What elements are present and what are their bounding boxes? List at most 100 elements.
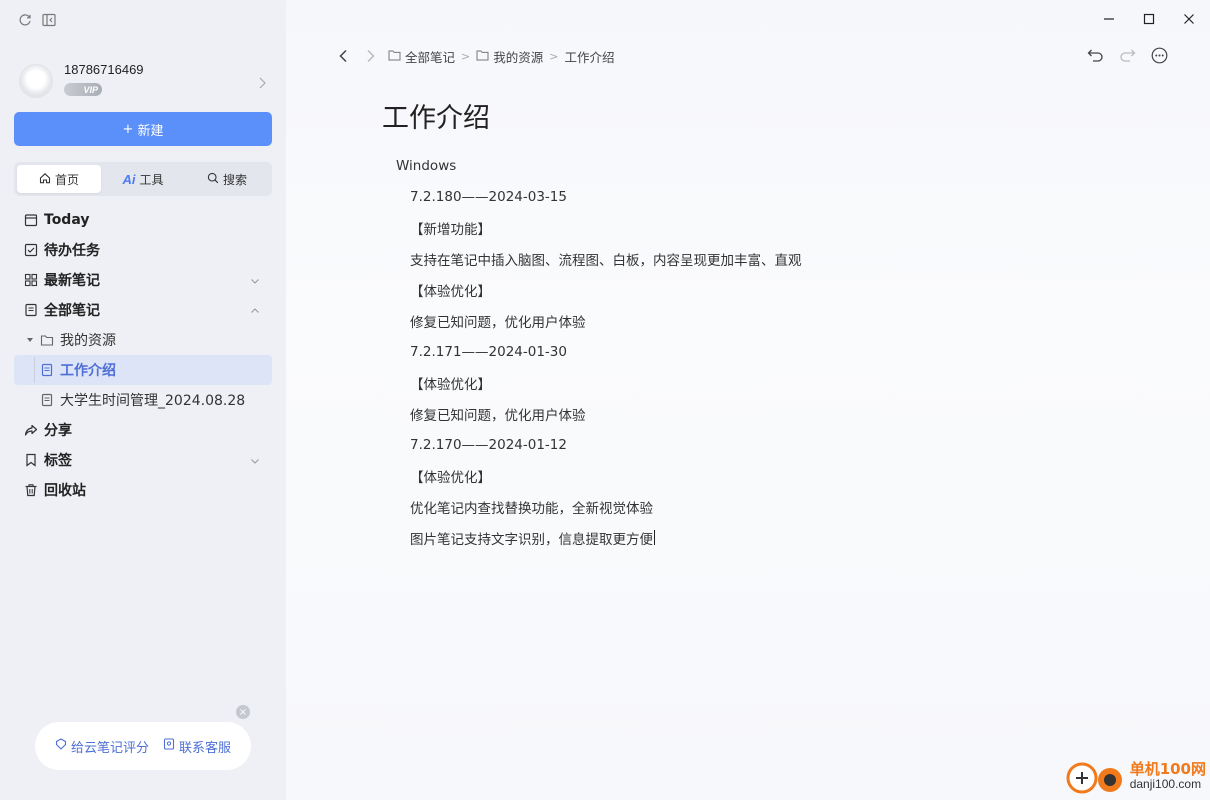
folder-icon [476,49,489,64]
more-options-icon[interactable] [1150,46,1168,64]
badge-icon [55,738,67,754]
grid-icon [24,273,38,287]
contact-support-label: 联系客服 [179,740,232,756]
avatar[interactable] [19,64,53,98]
breadcrumb-label: 全部笔记 [405,49,456,65]
content-line: 优化笔记内查找替换功能，全新视觉体验 [410,500,653,517]
content-line: 【体验优化】 [410,283,491,300]
sidebar-item-my-resources-label: 我的资源 [60,333,116,349]
notebook-icon [24,303,38,317]
content-line: 7.2.180——2024-03-15 [410,188,567,205]
note-editor: 全部笔记 > 我的资源 > 工作介绍 工作介绍 Windows 7.2.180—… [286,0,1210,800]
sidebar-item-work-intro-label: 工作介绍 [60,363,116,379]
sidebar-item-share[interactable]: 分享 [14,415,272,445]
sidebar-top-icons [17,12,57,28]
new-note-label: 新建 [137,123,164,139]
note-icon [40,363,54,377]
chevron-up-icon[interactable] [250,304,260,320]
back-icon[interactable] [332,46,354,66]
window-controls [1100,10,1198,28]
sidebar-item-recent-label: 最新笔记 [44,273,100,289]
content-line: 【体验优化】 [410,376,491,393]
support-icon [163,738,175,754]
folder-icon [388,49,401,64]
user-phone: 18786716469 [64,62,144,77]
search-icon [207,172,219,187]
user-profile[interactable]: 18786716469 VIP [14,58,272,104]
content-line-with-cursor: 图片笔记支持文字识别，信息提取更方便 [396,522,1156,553]
checkbox-icon [24,243,38,257]
close-window-icon[interactable] [1180,10,1198,28]
content-line: 支持在笔记中插入脑图、流程图、白板，内容呈现更加丰富、直观 [410,252,802,269]
content-line: 修复已知问题，优化用户体验 [410,407,586,424]
triangle-down-icon[interactable] [26,332,34,348]
sidebar-item-time-mgmt[interactable]: 大学生时间管理_2024.08.28 [14,385,272,415]
undo-icon[interactable] [1086,46,1104,64]
tree-guide-line [34,357,35,383]
breadcrumb-label: 工作介绍 [564,49,615,65]
note-title[interactable]: 工作介绍 [382,96,490,135]
sidebar-item-share-label: 分享 [44,423,72,439]
breadcrumb: 全部笔记 > 我的资源 > 工作介绍 [332,46,614,66]
sidebar-item-todo-label: 待办任务 [44,243,100,259]
sync-icon[interactable] [17,12,33,28]
collapse-sidebar-icon[interactable] [41,12,57,28]
sidebar-item-all-notes[interactable]: 全部笔记 [14,295,272,325]
forward-icon[interactable] [360,46,382,66]
content-line: 7.2.170——2024-01-12 [410,436,567,453]
rate-app-button[interactable]: 给云笔记评分 [55,737,149,756]
plus-icon: + [122,121,134,137]
minimize-icon[interactable] [1100,10,1118,28]
sidebar-item-all-notes-label: 全部笔记 [44,303,100,319]
breadcrumb-item-my-resources[interactable]: 我的资源 [476,47,543,66]
breadcrumb-item-current[interactable]: 工作介绍 [564,47,614,66]
content-line-text: 图片笔记支持文字识别，信息提取更方便 [410,531,653,548]
new-note-button[interactable]: + 新建 [14,112,272,146]
vip-label: VIP [83,84,98,95]
sidebar-item-tags[interactable]: 标签 [14,445,272,475]
sidebar-item-today[interactable]: Today [14,205,272,235]
tab-home[interactable]: 首页 [17,165,101,193]
redo-icon[interactable] [1118,46,1136,64]
sidebar: 18786716469 VIP + 新建 首页 Ai 工具 搜索 Today 待… [0,0,286,800]
sidebar-nav: Today 待办任务 最新笔记 全部笔记 我的资源 工作介绍 大学生时间管理_2… [14,205,272,505]
tab-home-label: 首页 [54,172,79,187]
watermark-url: danji100.com [1129,776,1202,791]
contact-support-button[interactable]: 联系客服 [163,737,231,756]
maximize-icon[interactable] [1140,10,1158,28]
vip-badge: VIP [64,83,102,96]
content-line: Windows [396,157,457,174]
sidebar-item-my-resources[interactable]: 我的资源 [14,325,272,355]
chevron-right-icon[interactable] [258,74,266,93]
watermark-site-name: 单机100网 [1129,759,1206,778]
watermark-text: 单机100网 danji100.com [1129,759,1206,791]
breadcrumb-separator: > [461,49,471,63]
note-content[interactable]: Windows 7.2.180——2024-03-15 【新增功能】 支持在笔记… [396,150,1156,553]
ai-icon: Ai [122,171,136,187]
rate-app-label: 给云笔记评分 [70,740,149,756]
close-icon: × [238,706,248,718]
content-line: 修复已知问题，优化用户体验 [410,314,586,331]
breadcrumb-label: 我的资源 [493,49,544,65]
sidebar-item-time-mgmt-label: 大学生时间管理_2024.08.28 [60,393,246,409]
tab-ai-tools[interactable]: Ai 工具 [101,165,185,193]
sidebar-item-trash-label: 回收站 [44,483,86,499]
sidebar-item-trash[interactable]: 回收站 [14,475,272,505]
tab-search-label: 搜索 [222,172,247,187]
breadcrumb-item-all-notes[interactable]: 全部笔记 [388,47,455,66]
sidebar-item-work-intro[interactable]: 工作介绍 [14,355,272,385]
calendar-icon [24,213,38,227]
feedback-close-button[interactable]: × [236,705,250,719]
chevron-down-icon[interactable] [250,274,260,290]
sidebar-item-todo[interactable]: 待办任务 [14,235,272,265]
tab-ai-tools-label: 工具 [139,172,164,187]
tab-search[interactable]: 搜索 [185,165,269,193]
home-icon [39,172,51,187]
sidebar-item-tags-label: 标签 [44,453,72,469]
sidebar-item-today-label: Today [44,212,90,228]
trash-icon [24,483,38,497]
feedback-panel: 给云笔记评分 联系客服 [35,722,251,770]
sidebar-tabs: 首页 Ai 工具 搜索 [14,162,272,196]
sidebar-item-recent[interactable]: 最新笔记 [14,265,272,295]
chevron-down-icon[interactable] [250,454,260,470]
